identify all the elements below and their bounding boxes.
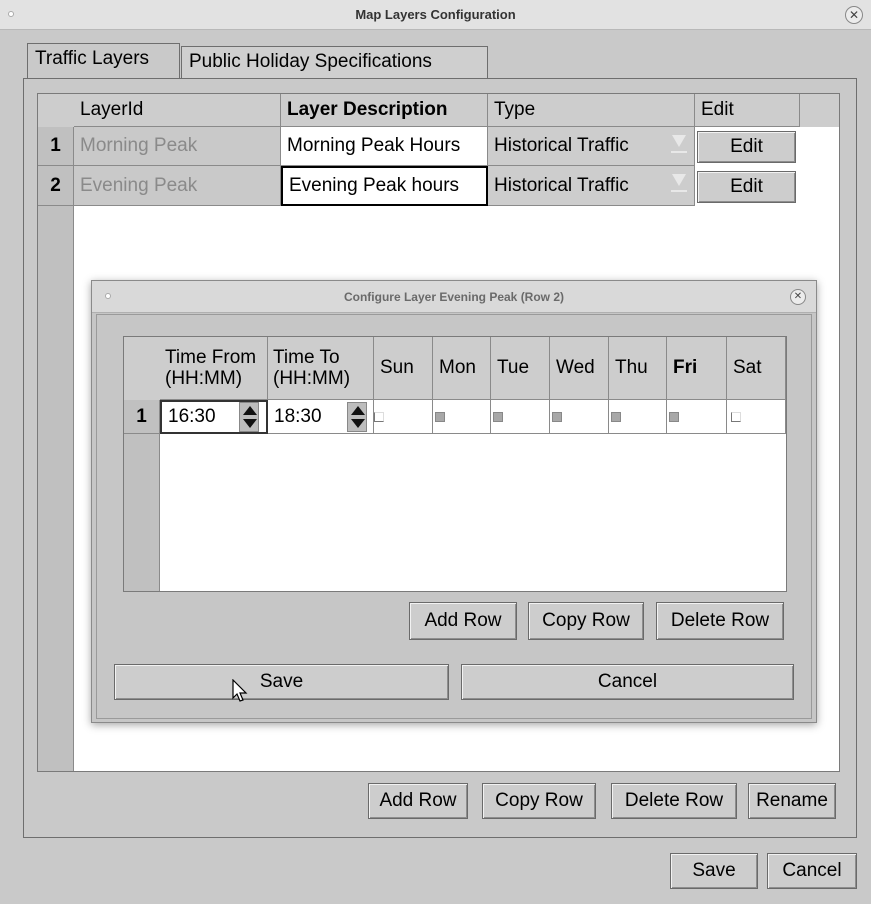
wed-cell[interactable] xyxy=(550,400,609,434)
dropdown-arrow-icon xyxy=(672,135,686,147)
thu-checkbox[interactable] xyxy=(611,411,621,422)
tue-checkbox[interactable] xyxy=(493,411,503,422)
sun-checkbox[interactable] xyxy=(374,411,384,422)
row-number[interactable]: 2 xyxy=(38,166,74,206)
column-header-type[interactable]: Type xyxy=(488,94,695,127)
add-row-button[interactable]: Add Row xyxy=(368,783,468,819)
time-to-value: 18:30 xyxy=(274,405,322,427)
dialog-cancel-button[interactable]: Cancel xyxy=(461,664,794,700)
layer-id-cell: Evening Peak xyxy=(74,166,281,206)
dialog-add-row-button[interactable]: Add Row xyxy=(409,602,517,640)
sat-cell[interactable] xyxy=(727,400,786,434)
column-header-sat[interactable]: Sat xyxy=(727,337,786,400)
column-header-mon[interactable]: Mon xyxy=(433,337,491,400)
mon-cell[interactable] xyxy=(433,400,491,434)
dialog-copy-row-button[interactable]: Copy Row xyxy=(528,602,644,640)
edit-button[interactable]: Edit xyxy=(697,171,796,203)
dropdown-arrow-icon xyxy=(672,174,686,186)
configure-layer-dialog: Configure Layer Evening Peak (Row 2) ✕ T… xyxy=(91,280,817,723)
fri-cell[interactable] xyxy=(667,400,727,434)
layer-description-cell[interactable]: Morning Peak Hours xyxy=(281,127,488,166)
dialog-save-button[interactable]: Save xyxy=(114,664,449,700)
column-header-wed[interactable]: Wed xyxy=(550,337,609,400)
dialog-close-icon[interactable]: ✕ xyxy=(790,289,806,305)
tue-cell[interactable] xyxy=(491,400,550,434)
time-from-value: 16:30 xyxy=(168,406,216,427)
column-header-thu[interactable]: Thu xyxy=(609,337,667,400)
dialog-title: Configure Layer Evening Peak (Row 2) xyxy=(343,290,565,304)
fri-checkbox[interactable] xyxy=(669,411,679,422)
save-button[interactable]: Save xyxy=(670,853,758,889)
tab-public-holiday-specifications[interactable]: Public Holiday Specifications xyxy=(181,46,488,79)
type-value: Historical Traffic xyxy=(494,174,629,196)
copy-row-button[interactable]: Copy Row xyxy=(482,783,596,819)
time-to-spinner[interactable] xyxy=(347,402,367,432)
tab-label: Public Holiday Specifications xyxy=(189,51,432,72)
mon-checkbox[interactable] xyxy=(435,411,445,422)
column-header-time-to[interactable]: Time To (HH:MM) xyxy=(268,337,374,400)
delete-row-button[interactable]: Delete Row xyxy=(611,783,737,819)
window-titlebar: Map Layers Configuration ✕ xyxy=(0,0,871,30)
wed-checkbox[interactable] xyxy=(552,411,562,422)
layer-id-cell: Morning Peak xyxy=(74,127,281,166)
row-number[interactable]: 1 xyxy=(38,127,74,166)
column-header-layerid[interactable]: LayerId xyxy=(74,94,281,127)
layer-description-cell-selected[interactable]: Evening Peak hours xyxy=(281,166,488,206)
column-header-sun[interactable]: Sun xyxy=(374,337,433,400)
column-header-time-from[interactable]: Time From (HH:MM) xyxy=(160,337,268,400)
sun-cell[interactable] xyxy=(374,400,433,434)
time-from-spinner[interactable] xyxy=(239,402,259,432)
thu-cell[interactable] xyxy=(609,400,667,434)
time-slots-table: Time From (HH:MM) Time To (HH:MM) Sun Mo… xyxy=(123,336,787,592)
edit-button[interactable]: Edit xyxy=(697,131,796,163)
spin-up-icon[interactable] xyxy=(243,406,257,415)
cancel-button[interactable]: Cancel xyxy=(767,853,857,889)
column-header-tue[interactable]: Tue xyxy=(491,337,550,400)
rename-button[interactable]: Rename xyxy=(748,783,836,819)
tab-label: Traffic Layers xyxy=(35,48,150,69)
dialog-titlebar: Configure Layer Evening Peak (Row 2) ✕ xyxy=(92,281,816,313)
type-dropdown[interactable]: Historical Traffic xyxy=(488,166,695,206)
row-number[interactable]: 1 xyxy=(124,400,160,434)
mouse-cursor-icon xyxy=(232,679,248,702)
column-header-layer-description[interactable]: Layer Description xyxy=(281,94,488,127)
type-value: Historical Traffic xyxy=(494,135,629,156)
spin-down-icon[interactable] xyxy=(351,419,365,428)
column-header-edit[interactable]: Edit xyxy=(695,94,800,127)
dialog-delete-row-button[interactable]: Delete Row xyxy=(656,602,784,640)
sat-checkbox[interactable] xyxy=(731,411,741,422)
column-header-fri[interactable]: Fri xyxy=(667,337,727,400)
tab-traffic-layers[interactable]: Traffic Layers xyxy=(27,43,180,79)
window-title: Map Layers Configuration xyxy=(355,7,516,22)
close-icon[interactable]: ✕ xyxy=(845,6,863,24)
type-dropdown[interactable]: Historical Traffic xyxy=(488,127,695,166)
spin-down-icon[interactable] xyxy=(243,419,257,428)
spin-up-icon[interactable] xyxy=(351,406,365,415)
